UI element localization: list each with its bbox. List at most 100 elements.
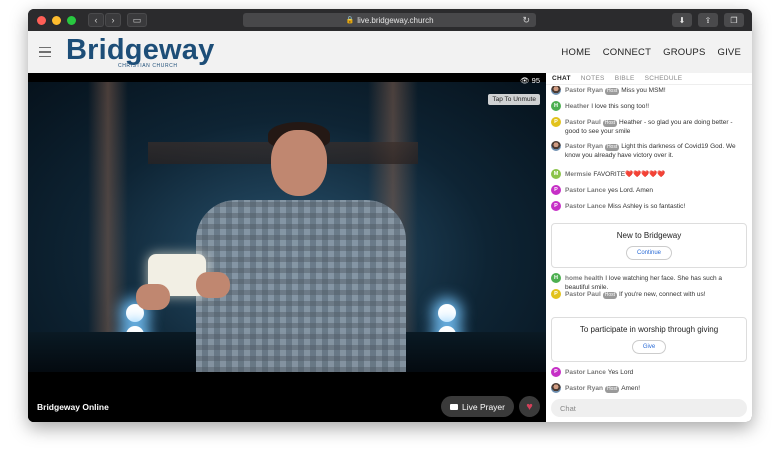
chat-message-body: Pastor Lance yes Lord. Amen (565, 186, 653, 195)
speaker-hand (136, 284, 170, 310)
chat-feed[interactable]: Pastor Ryan Host Miss you MSM! H Heather I lo… (546, 86, 752, 398)
avatar: P (551, 367, 561, 377)
back-button[interactable]: ‹ (88, 13, 104, 27)
chat-author[interactable]: Heather (565, 103, 589, 110)
minimize-window-button[interactable] (52, 15, 61, 25)
close-window-button[interactable] (37, 15, 46, 25)
downloads-button[interactable]: ⬇ (672, 13, 692, 27)
chat-author[interactable]: home health (565, 275, 603, 282)
avatar: P (551, 185, 561, 195)
chat-text: I love this song too!! (591, 103, 650, 110)
avatar: P (551, 117, 561, 127)
logo-wordmark: Bridgeway (66, 33, 215, 66)
chat-author[interactable]: Mermsie (565, 171, 591, 178)
chat-author[interactable]: Pastor Lance (565, 203, 606, 210)
nav-groups[interactable]: GROUPS (663, 47, 705, 58)
sidebar-icon: ▭ (132, 14, 142, 25)
chat-message-body: Pastor Paul Host Heather - so glad you are… (565, 118, 747, 136)
tab-bible[interactable]: BIBLE (615, 75, 635, 82)
forward-button[interactable]: › (105, 13, 121, 27)
site-logo[interactable]: Bridgeway CHRISTIAN CHURCH (66, 33, 215, 69)
chat-message: Pastor Ryan Host Miss you MSM! (551, 86, 747, 95)
chat-author[interactable]: Pastor Paul (565, 291, 601, 298)
avatar (551, 86, 561, 95)
speaker-head (271, 130, 327, 196)
avatar: M (551, 169, 561, 179)
chat-author[interactable]: Pastor Ryan (565, 143, 603, 150)
chat-message-body: Pastor Ryan Host Amen! (565, 384, 640, 393)
chat-message: Pastor Ryan Host Amen! (551, 383, 747, 393)
nav-home[interactable]: HOME (561, 47, 590, 58)
sidebar-toggle-button[interactable]: ▭ (127, 13, 147, 27)
tabs-icon: ❐ (730, 15, 738, 25)
chat-message: P Pastor Paul Host If you're new, connect w… (551, 289, 747, 299)
browser-titlebar: ‹ › ▭ 🔒 live.bridgeway.church ↻ ⬇ ⇪ ❐ (28, 9, 752, 31)
url-text: live.bridgeway.church (357, 15, 434, 25)
avatar: H (551, 273, 561, 283)
chat-text: Miss you MSM! (621, 87, 666, 94)
chat-text: Miss Ashley is so fantastic! (607, 203, 686, 210)
tab-chat[interactable]: CHAT (552, 75, 571, 82)
chat-message: P Pastor Lance yes Lord. Amen (551, 185, 747, 195)
chat-message: H Heather I love this song too!! (551, 101, 747, 111)
tap-to-unmute-button[interactable]: Tap To Unmute (488, 94, 540, 105)
card-title: To participate in worship through giving (579, 325, 719, 334)
chat-message-body: Mermsie FAVORITE❤️❤️❤️❤️❤️ (565, 170, 666, 179)
nav-connect[interactable]: CONNECT (603, 47, 651, 58)
logo-subtitle: CHRISTIAN CHURCH (118, 62, 178, 69)
chat-message-body: Pastor Lance Miss Ashley is so fantastic! (565, 202, 685, 211)
host-badge: Host (604, 144, 620, 151)
speaker-hand (196, 272, 230, 298)
giving-card: To participate in worship through giving… (551, 317, 747, 362)
chat-text: yes Lord. Amen (607, 187, 653, 194)
give-button[interactable]: Give (631, 340, 667, 354)
avatar (551, 383, 561, 393)
lock-icon: 🔒 (345, 17, 355, 24)
chat-author[interactable]: Pastor Paul (565, 119, 601, 126)
continue-button[interactable]: Continue (625, 246, 673, 260)
chat-author[interactable]: Pastor Lance (565, 369, 606, 376)
avatar: P (551, 201, 561, 211)
chat-message: M Mermsie FAVORITE❤️❤️❤️❤️❤️ (551, 169, 747, 179)
download-icon: ⬇ (678, 15, 686, 25)
top-nav: HOME CONNECT GROUPS GIVE (561, 31, 741, 73)
share-button[interactable]: ⇪ (698, 13, 718, 27)
zoom-window-button[interactable] (67, 15, 76, 25)
tab-notes[interactable]: NOTES (581, 75, 605, 82)
chat-message-body: Pastor Lance Yes Lord (565, 368, 633, 377)
chat-author[interactable]: Pastor Ryan (565, 87, 603, 94)
eye-icon: 👁 (520, 76, 530, 85)
video-footer: Bridgeway Online Live Prayer ♥ (28, 376, 546, 422)
chat-input[interactable]: Chat (551, 399, 747, 417)
chat-message: P Pastor Lance Miss Ashley is so fantastic… (551, 201, 747, 211)
video-frame (28, 82, 546, 372)
stage-light (438, 304, 456, 322)
reload-icon[interactable]: ↻ (522, 15, 530, 26)
stream-title: Bridgeway Online (37, 402, 109, 412)
tabs-button[interactable]: ❐ (724, 13, 744, 27)
browser-window: ‹ › ▭ 🔒 live.bridgeway.church ↻ ⬇ ⇪ ❐ Br… (28, 9, 752, 422)
nav-give[interactable]: GIVE (717, 47, 741, 58)
chat-author[interactable]: Pastor Ryan (565, 385, 603, 392)
menu-icon[interactable] (39, 46, 51, 58)
heart-reaction-button[interactable]: ♥ (519, 396, 540, 417)
host-badge: Host (602, 292, 618, 299)
side-panel: CHAT NOTES BIBLE SCHEDULE Pastor Ryan Hos… (546, 73, 752, 422)
avatar: P (551, 289, 561, 299)
chat-placeholder: Chat (560, 403, 576, 413)
card-title: New to Bridgeway (616, 231, 682, 240)
avatar: H (551, 101, 561, 111)
live-prayer-button[interactable]: Live Prayer (441, 396, 514, 417)
heart-icon: ♥ (526, 400, 533, 413)
chat-author[interactable]: Pastor Lance (565, 187, 606, 194)
video-player[interactable]: 👁 95 Tap To Unmute Bridgeway Online Live… (28, 73, 546, 422)
new-visitor-card: New to Bridgeway Continue (551, 223, 747, 268)
chevron-right-icon: › (111, 15, 115, 25)
traffic-lights (37, 15, 76, 25)
address-bar[interactable]: 🔒 live.bridgeway.church ↻ (243, 13, 536, 27)
host-badge: Host (602, 120, 618, 127)
tab-schedule[interactable]: SCHEDULE (645, 75, 683, 82)
chat-message-body: Pastor Ryan Host Light this darkness of Co… (565, 142, 747, 160)
live-prayer-label: Live Prayer (462, 401, 505, 412)
prayer-chat-icon (450, 403, 458, 410)
